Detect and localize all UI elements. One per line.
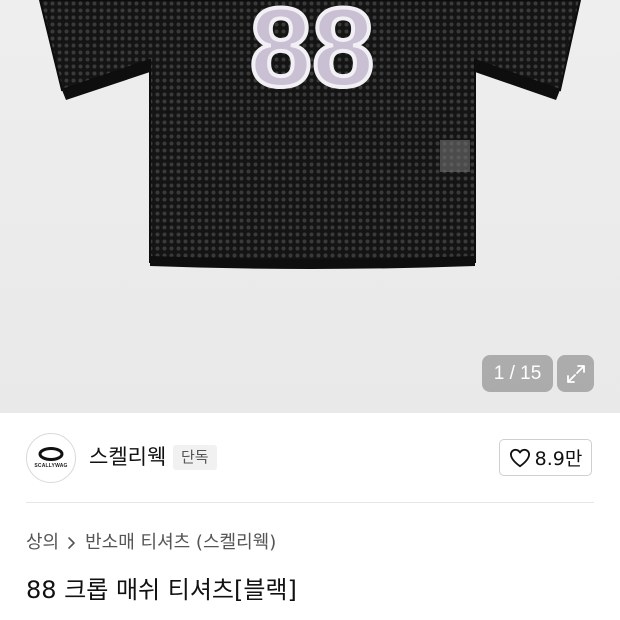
like-button[interactable]: 8.9만 <box>499 439 592 476</box>
product-page: 88 1 / 15 SCALLYWAG 스켈리웩 단독 8.9만 상의 반소매 … <box>0 0 620 620</box>
chevron-right-icon <box>68 537 75 549</box>
brand-logo-mark-icon <box>38 447 64 461</box>
brand-row: SCALLYWAG 스켈리웩 단독 8.9만 <box>0 413 620 503</box>
breadcrumb: 상의 반소매 티셔츠 (스켈리웩) <box>26 530 276 556</box>
expand-image-button[interactable] <box>557 355 594 392</box>
product-image: 88 <box>38 0 582 269</box>
breadcrumb-subcategory[interactable]: 반소매 티셔츠 (스켈리웩) <box>85 530 276 556</box>
expand-icon <box>566 364 585 383</box>
like-count: 8.9만 <box>534 448 583 470</box>
breadcrumb-category[interactable]: 상의 <box>26 530 59 556</box>
heart-icon <box>509 448 530 467</box>
brand-logo[interactable]: SCALLYWAG <box>26 433 76 483</box>
jersey-number: 88 <box>250 0 375 110</box>
image-counter: 1 / 15 <box>482 355 553 392</box>
brand-name-link[interactable]: 스켈리웩 <box>89 444 166 470</box>
product-title: 88 크롭 매쉬 티셔츠[블랙] <box>26 576 297 604</box>
section-divider <box>26 502 594 503</box>
brand-logo-text: SCALLYWAG <box>34 463 68 469</box>
exclusive-badge: 단독 <box>173 445 217 470</box>
product-image-gallery[interactable]: 88 1 / 15 <box>0 0 620 413</box>
